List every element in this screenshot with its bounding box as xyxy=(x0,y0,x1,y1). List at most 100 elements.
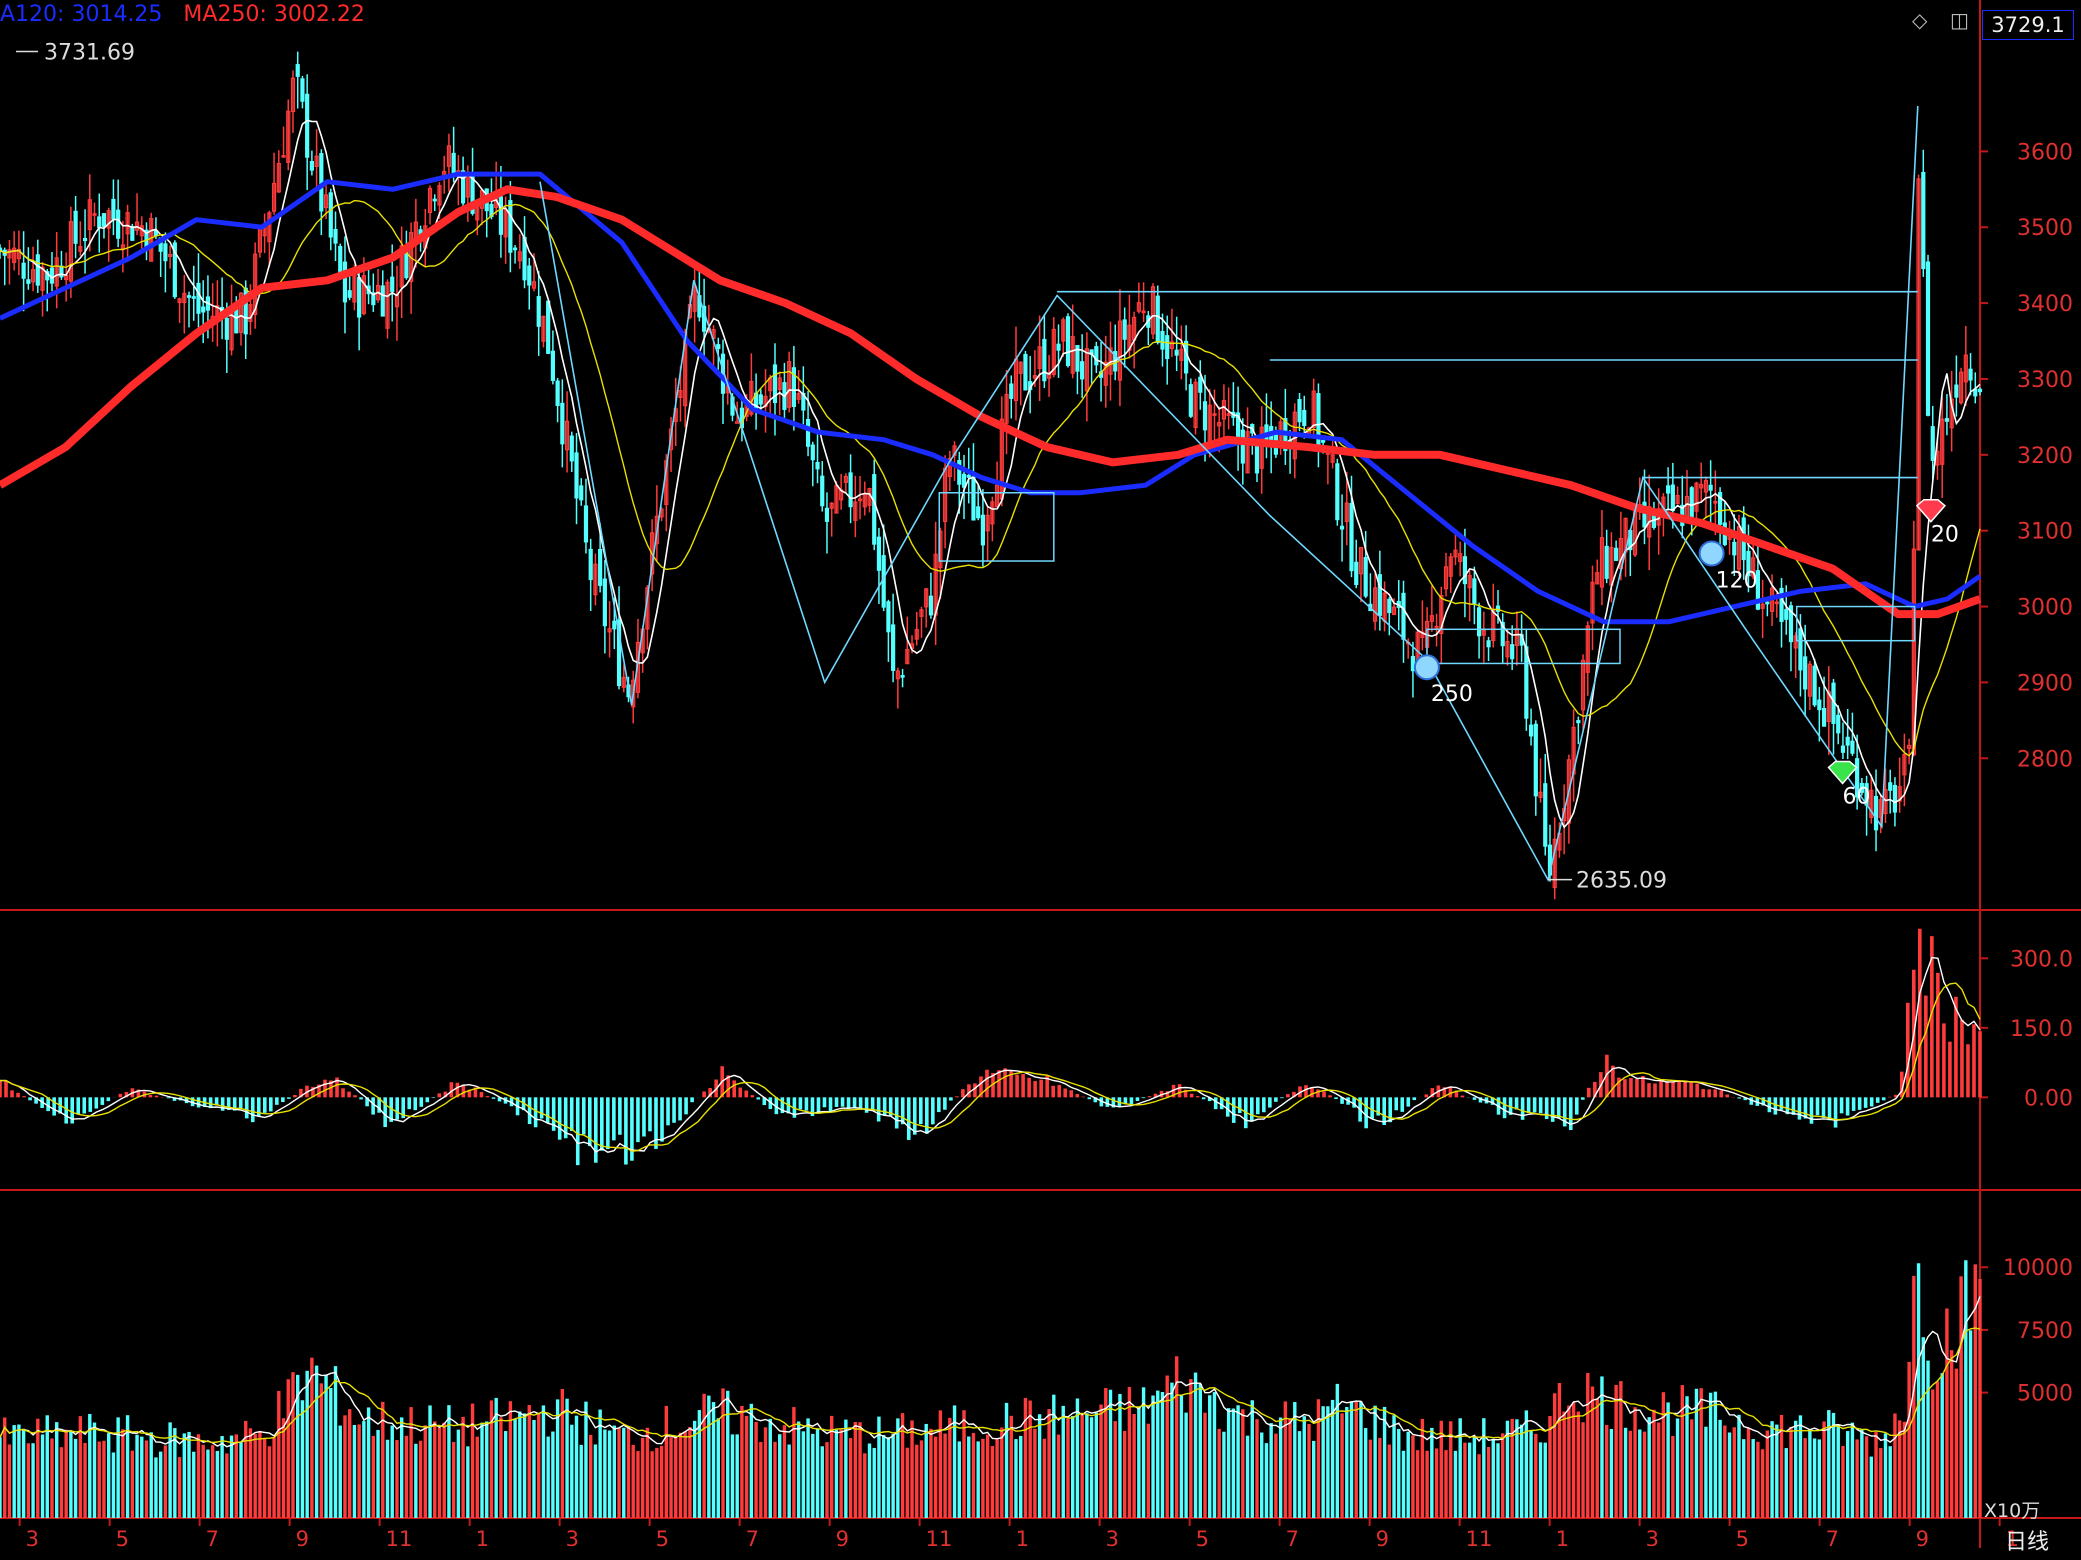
volume-bar xyxy=(177,1457,182,1518)
candle-body xyxy=(347,290,352,298)
volume-bar xyxy=(1118,1393,1122,1518)
oscillator-bar xyxy=(1587,1087,1591,1098)
diamond-outline-icon[interactable]: ◇ xyxy=(1912,8,1927,32)
oscillator-bar xyxy=(1629,1078,1633,1098)
oscillator-bar xyxy=(82,1097,87,1114)
candle-body xyxy=(1944,418,1950,422)
volume-bar xyxy=(659,1445,664,1518)
volume-bar xyxy=(626,1426,631,1518)
volume-bar xyxy=(343,1415,347,1518)
candle-body xyxy=(21,262,26,279)
oscillator-bar xyxy=(1051,1085,1055,1098)
volume-bar xyxy=(1746,1427,1751,1518)
oscillator-bar xyxy=(1683,1081,1687,1098)
volume-bar xyxy=(1553,1393,1557,1518)
oscillator-bar xyxy=(1701,1088,1705,1098)
oscillator-bar xyxy=(1827,1097,1832,1121)
volume-bar xyxy=(163,1445,168,1518)
volume-bar xyxy=(1907,1361,1911,1518)
oscillator-bar xyxy=(383,1097,387,1128)
candle-body xyxy=(1202,401,1208,431)
volume-bar xyxy=(518,1411,522,1518)
volume-bar xyxy=(1316,1399,1321,1518)
period-label[interactable]: 日线 xyxy=(2005,1524,2049,1556)
volume-bar xyxy=(1486,1447,1491,1518)
volume-bar xyxy=(867,1443,872,1518)
candle-body xyxy=(111,198,116,220)
volume-bar xyxy=(21,1428,26,1518)
volume-bar xyxy=(1439,1420,1443,1518)
volume-bar xyxy=(253,1433,257,1518)
candle-body xyxy=(976,506,981,519)
oscillator-bar xyxy=(1406,1097,1411,1107)
oscillator-bar xyxy=(1195,1096,1200,1098)
volume-bar xyxy=(603,1429,607,1518)
oscillator-bar xyxy=(1237,1097,1242,1114)
volume-bar xyxy=(1311,1440,1316,1518)
oscillator-bar xyxy=(1574,1097,1579,1115)
volume-bar xyxy=(1666,1402,1670,1518)
volume-bar xyxy=(324,1374,328,1518)
candle-body xyxy=(569,435,574,462)
volume-bar xyxy=(55,1422,59,1518)
oscillator-bar xyxy=(1021,1073,1025,1098)
volume-bar xyxy=(820,1446,824,1518)
oscillator-bar xyxy=(347,1091,351,1098)
volume-bar xyxy=(1288,1418,1292,1518)
volume-bar xyxy=(1368,1439,1373,1518)
window-toggle-icon[interactable]: ◫ xyxy=(1950,8,1969,32)
volume-bar xyxy=(1250,1400,1254,1518)
oscillator-bar xyxy=(1063,1088,1068,1098)
volume-bar xyxy=(1704,1426,1708,1518)
x-tick-label: 3 xyxy=(1106,1527,1119,1551)
candle-body xyxy=(1840,745,1846,753)
volume-bar xyxy=(782,1425,787,1518)
x-tick-label: 3 xyxy=(26,1527,39,1551)
volume-bar xyxy=(1028,1400,1032,1518)
volume-bar xyxy=(1921,1337,1925,1518)
volume-bar xyxy=(551,1431,555,1518)
volume-bar xyxy=(1718,1419,1722,1518)
candle-body xyxy=(735,421,740,424)
volume-bar xyxy=(565,1398,569,1518)
candle-body xyxy=(224,317,229,340)
oscillator-bar xyxy=(1322,1091,1326,1098)
candle-body xyxy=(404,251,409,279)
volume-bar xyxy=(570,1424,574,1518)
volume-bar xyxy=(1198,1383,1202,1518)
volume-bar xyxy=(395,1440,399,1518)
oscillator-bar xyxy=(1659,1080,1663,1098)
volume-bar xyxy=(773,1441,777,1518)
volume-bar xyxy=(863,1453,867,1518)
volume-bar xyxy=(1623,1427,1628,1518)
volume-bar xyxy=(1661,1392,1666,1518)
oscillator-bar xyxy=(744,1090,749,1098)
volume-bar xyxy=(1609,1428,1614,1518)
oscillator-bar xyxy=(624,1097,628,1165)
oscillator-bar xyxy=(985,1069,989,1098)
oscillator-bar xyxy=(1027,1077,1031,1098)
oscillator-bar xyxy=(937,1097,941,1113)
y-tick-label: 2800 xyxy=(2017,747,2073,772)
volume-bar xyxy=(1888,1446,1892,1518)
candle-body xyxy=(1817,699,1822,711)
volume-bar xyxy=(1354,1401,1358,1518)
volume-bar xyxy=(352,1424,357,1518)
volume-bar xyxy=(1392,1415,1396,1518)
y-tick-label: 3000 xyxy=(2017,596,2073,621)
volume-bar xyxy=(1902,1421,1907,1518)
volume-bar xyxy=(1033,1428,1037,1518)
volume-bar xyxy=(305,1370,309,1518)
oscillator-bar xyxy=(1942,1023,1946,1098)
green-diamond-icon xyxy=(1827,760,1858,785)
candle-body xyxy=(1363,556,1368,597)
stock-chart[interactable]: 3600350034003300320031003000290028003731… xyxy=(0,0,2081,1560)
ma5-line xyxy=(0,119,1981,829)
volume-bar xyxy=(508,1401,513,1518)
volume-bar xyxy=(385,1439,390,1518)
volume-bar xyxy=(281,1418,286,1518)
oscillator-bar xyxy=(1201,1097,1206,1100)
volume-bar xyxy=(726,1390,730,1518)
oscillator-bar xyxy=(88,1097,93,1112)
y-tick-label: 3300 xyxy=(2017,368,2073,393)
